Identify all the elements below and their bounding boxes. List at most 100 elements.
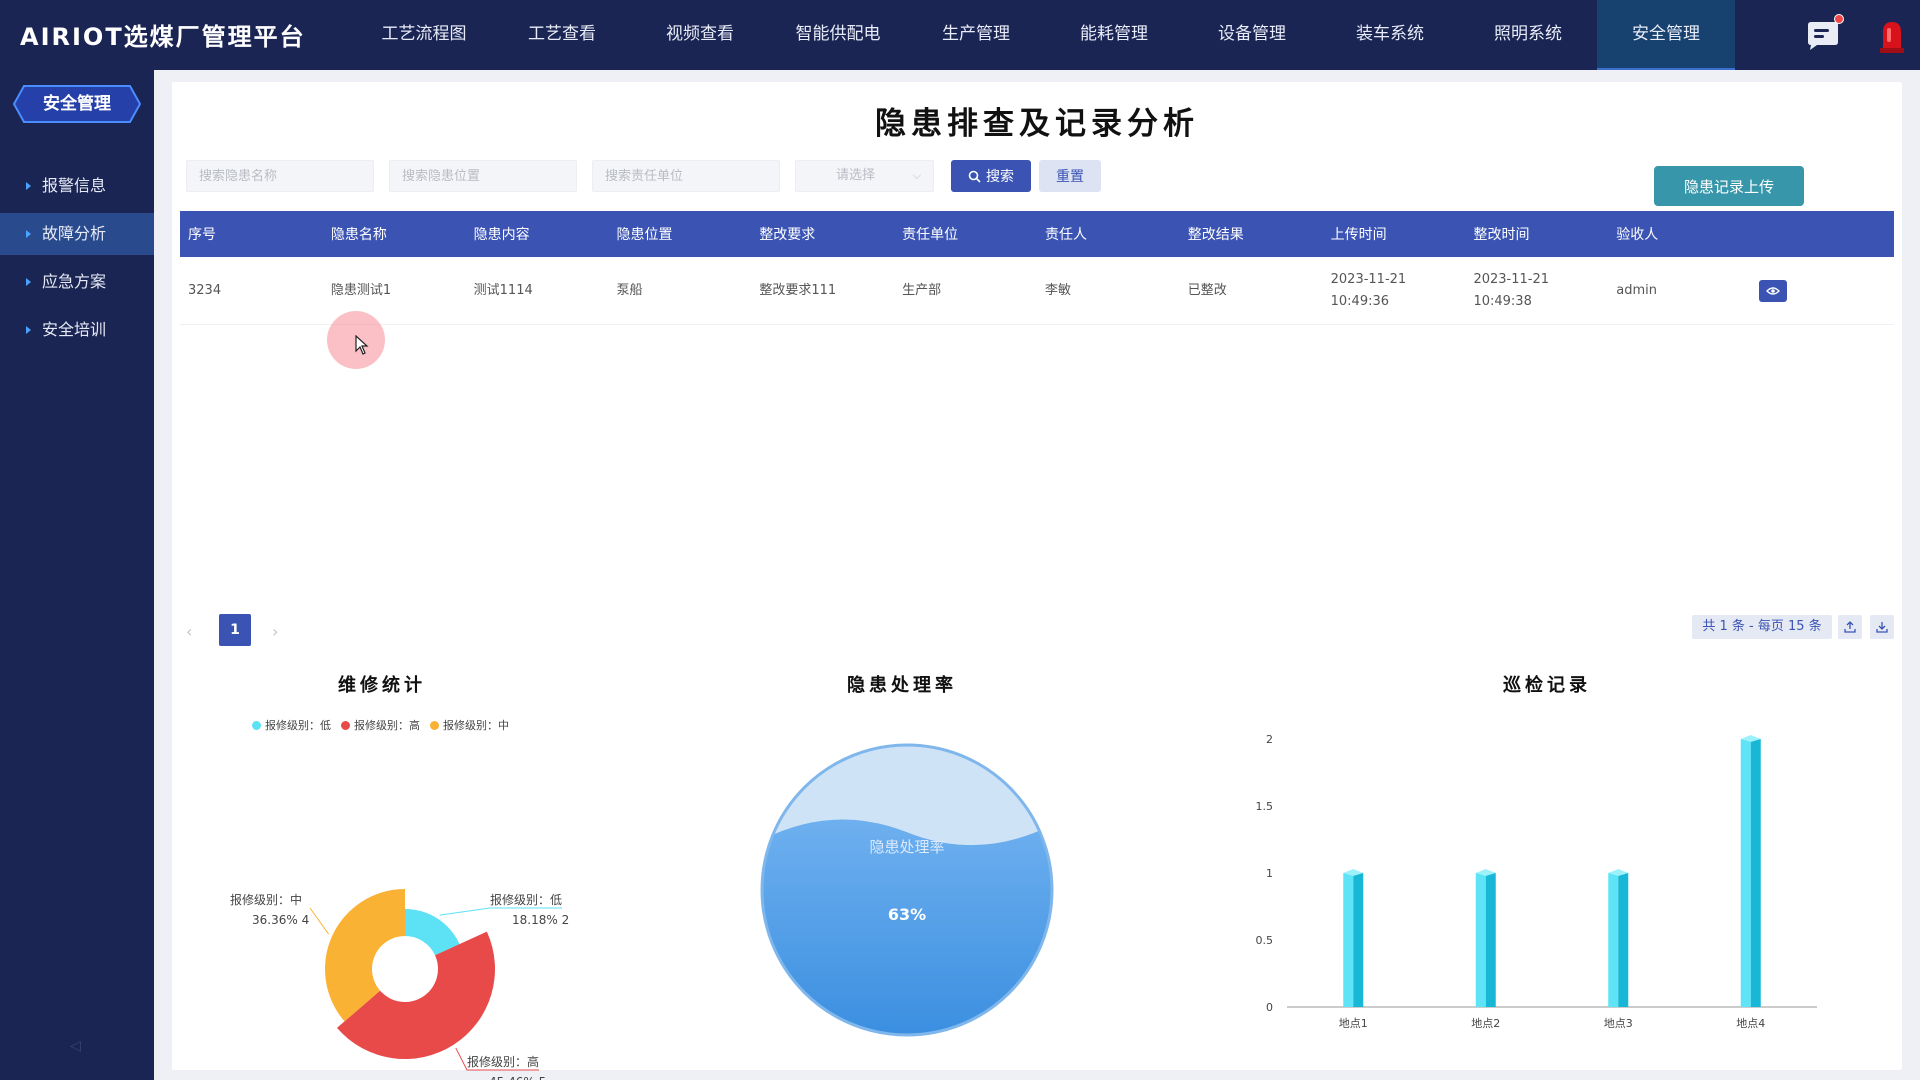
- legend-item[interactable]: 报修级别：中: [430, 717, 509, 733]
- import-icon: [1876, 622, 1888, 633]
- pie-label-value: 18.18% 2: [512, 913, 569, 927]
- cell-content: 测试1114: [473, 282, 533, 298]
- alarm-light-icon[interactable]: [1878, 18, 1906, 54]
- hazard-location-search-input[interactable]: [389, 160, 577, 192]
- legend-dot: [341, 720, 350, 730]
- nav-item-power[interactable]: 智能供配电: [769, 0, 907, 70]
- app-title: AIRIOT选煤厂管理平台: [20, 23, 306, 51]
- sidebar-title-badge: 安全管理: [12, 84, 142, 124]
- cell-actions: [1751, 279, 1894, 302]
- x-tick-label: 地点3: [1604, 1017, 1633, 1030]
- top-bar: AIRIOT选煤厂管理平台 工艺流程图 工艺查看 视频查看 智能供配电 生产管理…: [0, 0, 1920, 70]
- cell-id: 3234: [188, 282, 222, 298]
- y-tick-label: 1.5: [1256, 800, 1274, 813]
- sidebar-item-fault-analysis[interactable]: 故障分析: [0, 213, 154, 255]
- cell-requirement: 整改要求111: [759, 282, 837, 298]
- upload-record-button[interactable]: 隐患记录上传: [1654, 166, 1804, 206]
- sidebar-title: 安全管理: [43, 94, 111, 114]
- y-tick-label: 0.5: [1256, 934, 1274, 947]
- reset-button[interactable]: 重置: [1039, 160, 1101, 192]
- pie-label-value: 36.36% 4: [252, 913, 309, 927]
- pie-label-name: 报修级别：低: [490, 892, 562, 907]
- legend-label: 报修级别：中: [443, 719, 509, 732]
- sidebar: 安全管理 报警信息 故障分析 应急方案 安全培训 ◁: [0, 70, 154, 1080]
- sidebar-item-safety-training[interactable]: 安全培训: [0, 309, 154, 351]
- cell-upload-date-line: 2023-11-21: [1330, 271, 1407, 287]
- page-title: 隐患排查及记录分析: [875, 106, 1199, 142]
- nav-item-production[interactable]: 生产管理: [907, 0, 1045, 70]
- column-header: 隐患内容: [473, 227, 530, 243]
- table-header: 序号 隐患名称 隐患内容 隐患位置 整改要求 责任单位 责任人 整改结果 上传时…: [180, 211, 1894, 257]
- cell-upload-time-line: 10:49:36: [1330, 293, 1390, 309]
- status-select[interactable]: 请选择 ⌵: [795, 160, 934, 192]
- x-tick-label: 地点1: [1339, 1017, 1368, 1030]
- nav-item-loading[interactable]: 装车系统: [1321, 0, 1459, 70]
- legend-item[interactable]: 报修级别：低: [252, 717, 331, 733]
- inspection-records-title: 巡检记录: [1503, 675, 1591, 696]
- x-tick-label: 地点2: [1471, 1017, 1500, 1030]
- y-tick-label: 1: [1266, 867, 1273, 880]
- top-nav: 工艺流程图 工艺查看 视频查看 智能供配电 生产管理 能耗管理 设备管理 装车系…: [355, 0, 1735, 70]
- nav-item-safety[interactable]: 安全管理: [1597, 0, 1735, 70]
- cell-unit: 生产部: [902, 282, 942, 298]
- responsible-unit-search-input[interactable]: [592, 160, 780, 192]
- search-button[interactable]: 搜索: [951, 160, 1031, 192]
- cell-name: 隐患测试1: [330, 282, 392, 298]
- column-header: 责任人: [1044, 227, 1087, 243]
- table-row[interactable]: 3234 隐患测试1 测试1114 泵船 整改要求111 生产部 李敏 已整改 …: [180, 257, 1894, 325]
- sidebar-item-emergency-plan[interactable]: 应急方案: [0, 261, 154, 303]
- pagination-next[interactable]: ›: [272, 622, 278, 641]
- column-header: 责任单位: [902, 227, 959, 243]
- nav-item-video[interactable]: 视频查看: [631, 0, 769, 70]
- cell-person: 李敏: [1044, 282, 1071, 298]
- gauge-value: 63%: [888, 905, 926, 924]
- search-icon: [968, 170, 981, 183]
- legend-dot: [252, 720, 261, 730]
- repair-stats-legend: 报修级别：低 报修级别：高 报修级别：中: [252, 717, 509, 733]
- status-select-value: 请选择: [836, 168, 876, 183]
- export-button[interactable]: [1838, 615, 1862, 639]
- hazard-name-search-input[interactable]: [186, 160, 374, 192]
- hazard-rate-gauge: 隐患处理率 63%: [760, 743, 1054, 1037]
- bar[interactable]: [1608, 869, 1629, 1007]
- sidebar-collapse-icon[interactable]: ◁: [70, 1038, 81, 1054]
- inspection-bar-chart: 0 0.5 1 1.5 2 地点1 地点2 地点3 地点4: [1256, 733, 1817, 1030]
- pagination-prev[interactable]: ‹: [186, 622, 192, 641]
- nav-item-equipment[interactable]: 设备管理: [1183, 0, 1321, 70]
- cell-result: 已整改: [1187, 282, 1227, 298]
- chevron-down-icon: ⌵: [912, 169, 921, 182]
- legend-dot: [430, 720, 439, 730]
- cell-fix-time: 2023-11-21 10:49:38: [1465, 269, 1608, 313]
- legend-label: 报修级别：高: [354, 719, 420, 732]
- x-tick-label: 地点4: [1736, 1017, 1765, 1030]
- cell-fix-date-line: 2023-11-21: [1473, 271, 1550, 287]
- nav-item-process-view[interactable]: 工艺查看: [493, 0, 631, 70]
- sidebar-item-alarm-info[interactable]: 报警信息: [0, 165, 154, 207]
- bar[interactable]: [1475, 869, 1496, 1007]
- mouse-cursor-icon: [355, 335, 369, 355]
- repair-stats-pie-chart: 报修级别：低 18.18% 2 报修级别：高 45.46% 5 报修级别：中 36.36%…: [230, 889, 569, 1080]
- notification-badge: [1834, 14, 1844, 24]
- bar[interactable]: [1343, 869, 1364, 1007]
- pie-label-name: 报修级别：中: [230, 892, 302, 907]
- legend-item[interactable]: 报修级别：高: [341, 717, 420, 733]
- cell-location: 泵船: [616, 282, 643, 298]
- import-button[interactable]: [1870, 615, 1894, 639]
- hazard-table: 序号 隐患名称 隐患内容 隐患位置 整改要求 责任单位 责任人 整改结果 上传时…: [180, 211, 1894, 325]
- legend-label: 报修级别：低: [265, 719, 331, 732]
- column-header: 整改时间: [1473, 227, 1530, 243]
- search-button-label: 搜索: [986, 169, 1014, 185]
- main-panel: 隐患排查及记录分析 请选择 ⌵ 搜索 重置 隐患记录上传 序号 隐患名称 隐患内…: [172, 82, 1902, 1080]
- nav-item-energy[interactable]: 能耗管理: [1045, 0, 1183, 70]
- column-header: 上传时间: [1330, 227, 1387, 243]
- pagination-page-1[interactable]: 1: [219, 614, 251, 646]
- column-header: 序号: [188, 227, 216, 243]
- nav-item-lighting[interactable]: 照明系统: [1459, 0, 1597, 70]
- nav-item-process-flow[interactable]: 工艺流程图: [355, 0, 493, 70]
- y-tick-label: 0: [1266, 1001, 1273, 1014]
- pie-label-line: [309, 907, 329, 935]
- bar[interactable]: [1740, 735, 1761, 1007]
- view-button[interactable]: [1759, 279, 1788, 302]
- pie-label-value: 45.46% 5: [489, 1075, 546, 1080]
- cell-upload-time: 2023-11-21 10:49:36: [1323, 269, 1466, 313]
